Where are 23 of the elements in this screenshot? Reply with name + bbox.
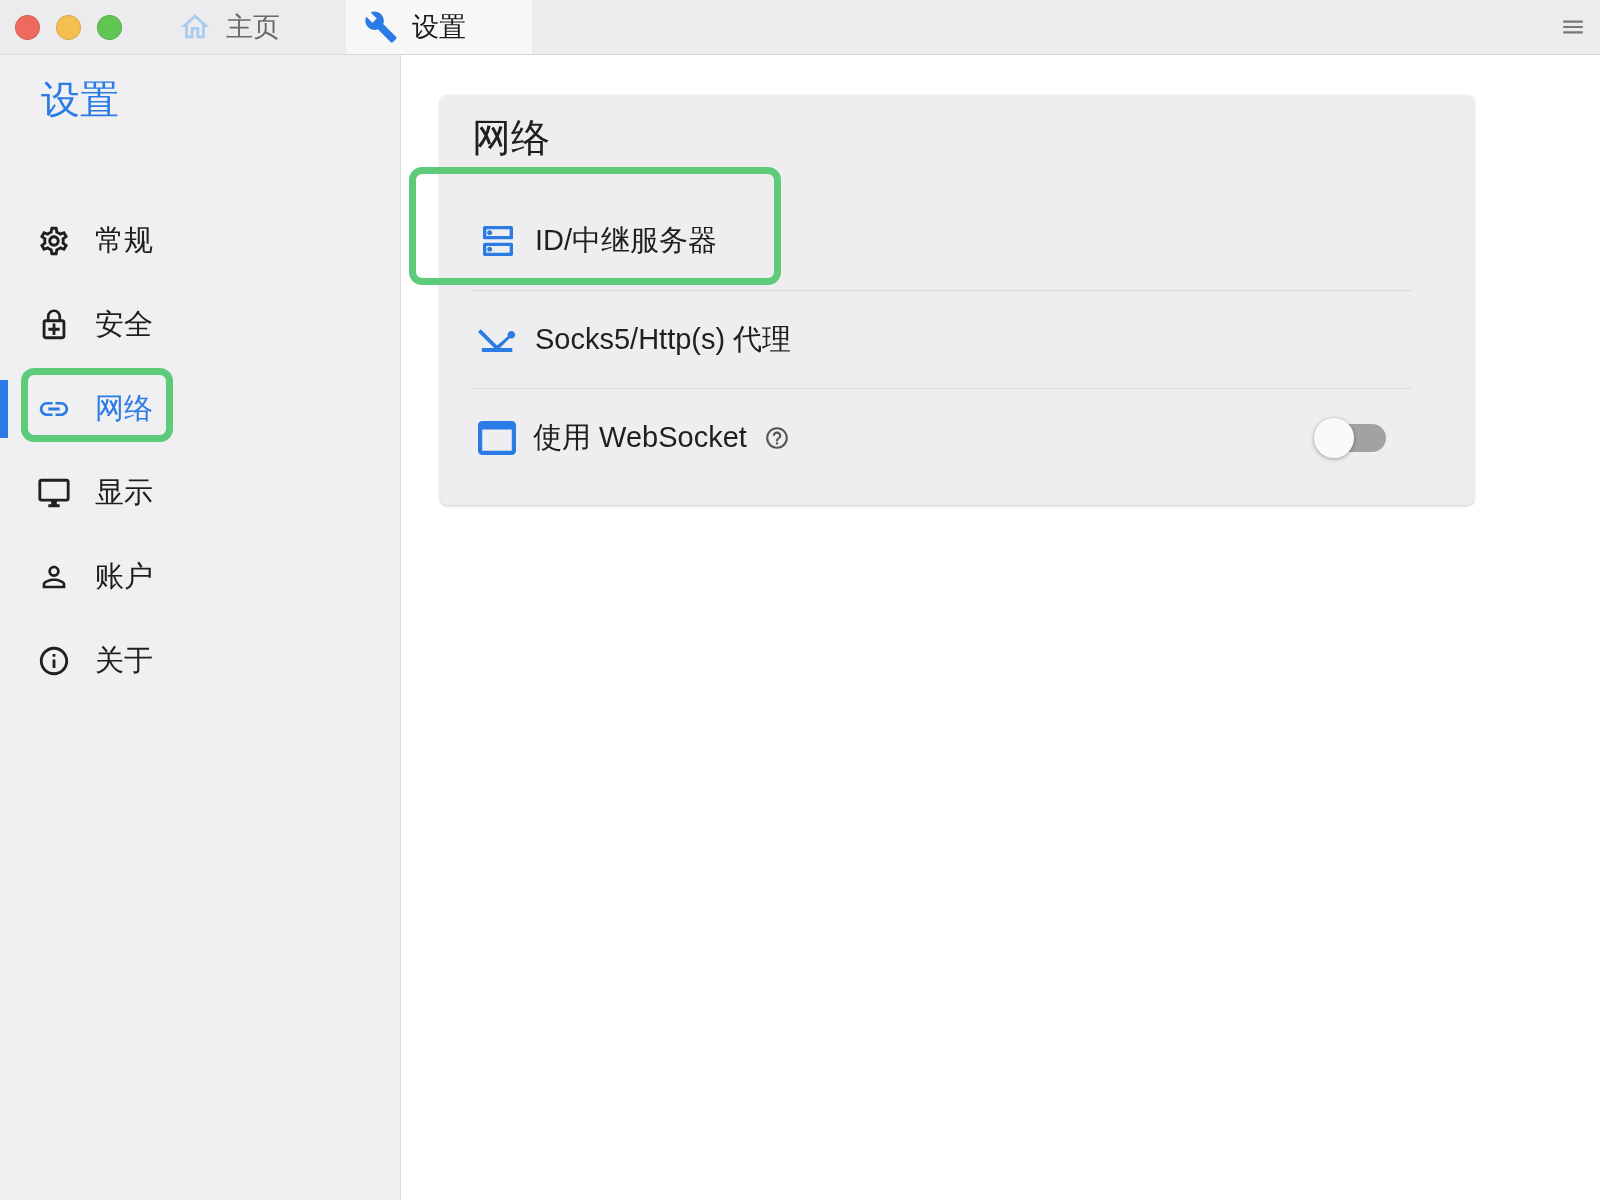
sidebar-item[interactable]: 安全 [0,283,400,367]
sidebar-item[interactable]: 显示 [0,451,400,535]
info-icon [37,644,71,678]
toggle-switch[interactable] [1314,417,1386,458]
gear-icon [37,224,71,258]
wrench-icon [364,10,398,44]
sidebar-item[interactable]: 账户 [0,535,400,619]
monitor-icon [37,476,71,510]
card-title: 网络 [472,115,551,161]
minimize-icon[interactable] [56,14,81,40]
sidebar-item[interactable]: 常规 [0,199,400,283]
close-icon[interactable] [15,14,40,40]
tab[interactable]: 主页 [160,0,346,54]
setting-label[interactable]: Socks5/Http(s) 代理 [535,319,792,360]
sidebar-title: 设置 [40,77,120,123]
sidebar-item[interactable]: 关于 [0,619,400,703]
help-icon[interactable] [763,424,790,451]
sidebar-item[interactable]: 网络 [0,367,400,451]
setting-label[interactable]: ID/中继服务器 [535,221,718,261]
setting-label[interactable]: 使用 WebSocket [533,417,747,458]
maximize-icon[interactable] [97,14,122,40]
window-icon [478,420,516,455]
tab[interactable]: 设置 [346,0,532,54]
